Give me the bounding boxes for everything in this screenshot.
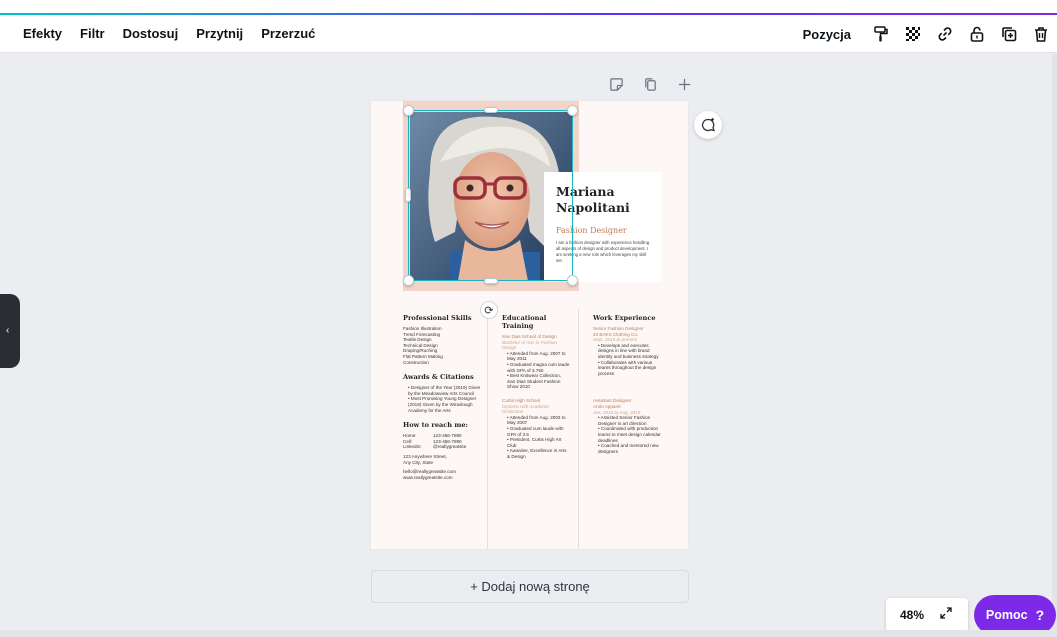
education-item: Graduated magna cum laude with GPA of 3.… [507, 362, 570, 373]
skills-heading: Professional Skills [403, 314, 472, 322]
add-page-button[interactable]: + Dodaj nową stronę [371, 570, 689, 603]
awards-heading: Awards & Citations [403, 373, 474, 382]
zoom-control[interactable]: 48% [886, 598, 968, 632]
name-line-2: Napolitani [556, 200, 630, 215]
question-icon: ? [1035, 607, 1045, 623]
skill-item: Construction [403, 359, 429, 365]
website-text: www.reallygreatsite.com [403, 474, 453, 480]
side-panel-toggle[interactable]: ‹ [0, 294, 20, 368]
contact-heading: How to reach me: [403, 421, 468, 430]
rotate-handle-icon[interactable]: ⟳ [480, 301, 498, 319]
resize-handle-top-left[interactable] [403, 105, 414, 116]
column-divider [578, 309, 579, 549]
toolbar-right-group: Pozycja [793, 15, 1057, 53]
add-comment-icon[interactable] [694, 111, 722, 139]
name-card[interactable]: Mariana Napolitani Fashion Designer I am… [544, 172, 662, 282]
job-duty: Coached and mentored new designers [598, 443, 665, 454]
education-item: Best Knitwear Collection, San Dias Stude… [507, 373, 570, 390]
award-item: Designer of the Year (2019) Given by the… [408, 385, 483, 396]
vertical-scrollbar[interactable] [1052, 54, 1057, 630]
trash-icon[interactable] [1027, 20, 1055, 48]
chevron-left-icon: ‹ [6, 325, 10, 336]
work-column: Work Experience Senior Fashion Designer … [593, 314, 665, 454]
work-heading: Work Experience [593, 314, 656, 322]
skills-column: Professional Skills Fashion Illustration… [403, 314, 483, 480]
bio-text: I am a fashion designer with experience … [556, 240, 650, 263]
education-item: Attended from Aug. 2003 to May 2007 [507, 415, 570, 426]
horizontal-scrollbar[interactable] [0, 630, 1057, 637]
address-line-2: Any City, State [403, 459, 434, 465]
resize-handle-bottom-right[interactable] [567, 275, 578, 286]
degree-name: Bachelor of Arts in Fashion Design [502, 339, 557, 351]
flip-button[interactable]: Przerzuć [252, 22, 324, 45]
award-item: Most Promising Young Designer (2018) Giv… [408, 396, 483, 413]
crop-button[interactable]: Przytnij [187, 22, 252, 45]
job-duty: Coordinated with production teams to mee… [598, 426, 665, 443]
position-button[interactable]: Pozycja [793, 23, 861, 46]
resize-handle-left[interactable] [405, 188, 411, 202]
resize-handle-top-right[interactable] [567, 105, 578, 116]
name-line-1: Mariana [556, 184, 615, 199]
lock-icon[interactable] [963, 20, 991, 48]
toolbar-left-group: Efekty Filtr Dostosuj Przytnij Przerzuć [0, 22, 324, 45]
resume-page[interactable]: Mariana Napolitani Fashion Designer I am… [371, 101, 688, 549]
link-icon[interactable] [931, 20, 959, 48]
duplicate-page-icon[interactable] [640, 74, 660, 94]
education-item: President, Curtis High Art Club [507, 437, 570, 448]
add-page-plus-icon[interactable] [674, 74, 694, 94]
transparency-icon[interactable] [899, 20, 927, 48]
contact-row: LinkedIn: @reallygreatsite [403, 444, 467, 450]
page-tools [606, 74, 694, 94]
education-item: Awardee, Excellence in Arts & Design [507, 448, 570, 459]
job-duty: Collaborates with various teams througho… [598, 360, 665, 377]
resize-handle-top[interactable] [484, 107, 498, 113]
education-column: Educational Training San Dias School of … [502, 314, 570, 459]
education-item: Graduated cum laude with GPA of 3.5 [507, 426, 570, 437]
column-divider [487, 309, 488, 549]
page-notes-icon[interactable] [606, 74, 626, 94]
zoom-level[interactable]: 48% [900, 608, 924, 622]
duplicate-icon[interactable] [995, 20, 1023, 48]
resize-handle-bottom[interactable] [484, 278, 498, 284]
education-heading: Educational Training [502, 314, 547, 330]
paint-roller-icon[interactable] [867, 20, 895, 48]
image-toolbar: Efekty Filtr Dostosuj Przytnij Przerzuć … [0, 15, 1057, 53]
adjust-button[interactable]: Dostosuj [114, 22, 188, 45]
job-duty: Develops and executes designs in line wi… [598, 343, 665, 360]
window-top-strip [0, 0, 1057, 13]
expand-icon[interactable] [940, 606, 952, 624]
degree-name: Diploma with Academic Distinction [502, 403, 550, 415]
help-label: Pomoc [985, 608, 1028, 622]
education-item: Attended from Aug. 2007 to May 2011 [507, 351, 570, 362]
help-button[interactable]: Pomoc ? [974, 595, 1056, 635]
resize-handle-bottom-left[interactable] [403, 275, 414, 286]
job-duty: Assisted Senior Fashion Designer in art … [598, 415, 665, 426]
effects-button[interactable]: Efekty [14, 22, 71, 45]
job-title: Fashion Designer [556, 226, 627, 235]
filter-button[interactable]: Filtr [71, 22, 114, 45]
